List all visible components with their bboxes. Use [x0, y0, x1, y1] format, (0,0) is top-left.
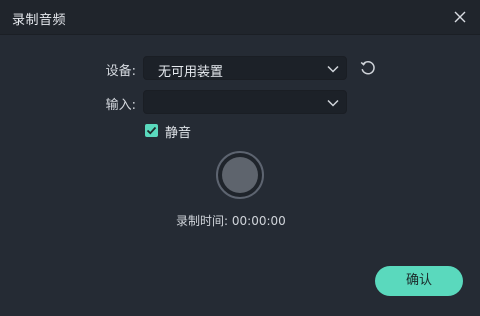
refresh-icon[interactable] [359, 59, 377, 77]
input-select[interactable] [143, 90, 347, 114]
device-select-value: 无可用装置 [158, 65, 224, 80]
checkmark-icon [146, 126, 157, 135]
recording-time-value: 00:00:00 [231, 214, 286, 228]
mute-label: 静音 [165, 126, 192, 141]
dialog-titlebar: 录制音频 [0, 0, 480, 35]
recording-time: 录制时间: 00:00:00 [176, 212, 286, 229]
input-label: 输入: [105, 98, 136, 113]
device-label: 设备: [105, 64, 136, 79]
close-icon[interactable] [452, 9, 468, 25]
mute-checkbox[interactable] [145, 124, 158, 137]
record-audio-dialog: 录制音频 设备: 无可用装置 输入: 静音 录制时间: 00:00:00 确认 [0, 0, 480, 316]
recording-time-label: 录制时间: [176, 214, 229, 228]
record-button[interactable] [216, 151, 264, 199]
chevron-down-icon [327, 65, 339, 73]
confirm-button[interactable]: 确认 [375, 266, 463, 296]
chevron-down-icon [327, 99, 339, 107]
dialog-title: 录制音频 [12, 13, 67, 28]
device-select[interactable]: 无可用装置 [143, 56, 347, 80]
record-button-inner [222, 157, 258, 193]
